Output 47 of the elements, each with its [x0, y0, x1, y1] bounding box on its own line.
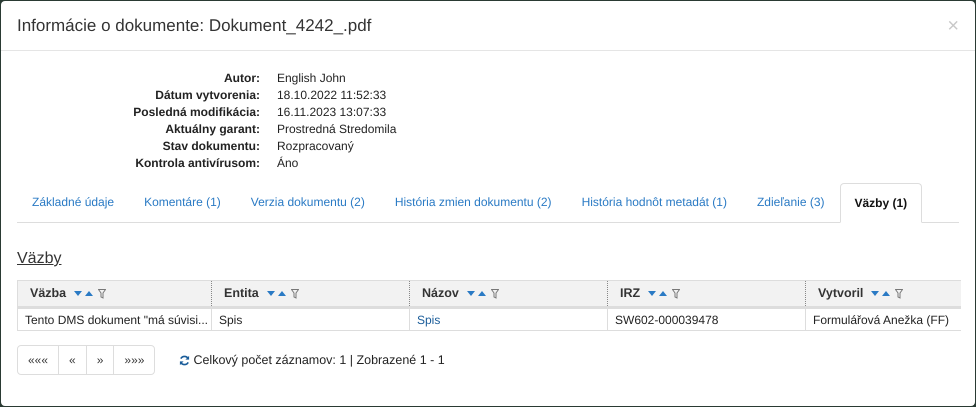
filter-icon[interactable] [895, 288, 904, 298]
dialog-title: Informácie o dokumente: Dokument_4242_.pdf [17, 14, 372, 37]
table-cell: Formulářová Anežka (FF) [806, 309, 961, 330]
column-header[interactable]: Entita [212, 281, 410, 306]
sort-icon[interactable] [266, 290, 287, 297]
field-label: Dátum vytvorenia: [154, 86, 260, 104]
sort-icon[interactable] [871, 290, 892, 297]
field-label: Kontrola antivírusom: [134, 154, 260, 172]
filter-icon[interactable] [672, 288, 680, 298]
table-cell: SW602-000039478 [608, 309, 806, 330]
tab[interactable]: Zdieľanie (3) [742, 182, 840, 222]
field-label: Aktuálny garant: [164, 120, 260, 138]
pagination-button[interactable]: »»» [113, 346, 154, 374]
tab[interactable]: História zmien dokumentu (2) [380, 182, 567, 222]
sort-icon[interactable] [74, 290, 94, 297]
field-value: English John [277, 70, 346, 86]
field-value: 18.10.2022 11:52:33 [277, 86, 386, 104]
column-header[interactable]: Väzba [18, 281, 212, 306]
column-header[interactable]: Názov [410, 281, 608, 306]
field-label: Posledná modifikácia: [132, 104, 260, 120]
refresh-icon[interactable] [179, 354, 190, 366]
field-label: Autor: [223, 70, 260, 86]
pagination-button[interactable]: » [86, 346, 114, 374]
column-header[interactable]: IRZ [608, 281, 806, 306]
filter-icon[interactable] [290, 288, 299, 298]
table-link[interactable]: Spis [410, 309, 608, 330]
table-cell: Spis [212, 309, 410, 330]
filter-icon[interactable] [98, 288, 106, 298]
filter-icon[interactable] [490, 288, 499, 298]
field-label: Stav dokumentu: [162, 138, 260, 154]
pagination-button[interactable]: « [58, 346, 86, 374]
tab[interactable]: Komentáre (1) [129, 182, 236, 222]
table-cell: Tento DMS dokument "má súvisi... [18, 309, 212, 330]
section-heading: Väzby [17, 250, 62, 267]
tab[interactable]: Verzia dokumentu (2) [236, 182, 380, 222]
sort-icon[interactable] [648, 290, 668, 297]
field-value: 16.11.2023 13:07:33 [277, 104, 386, 120]
column-header[interactable]: Vytvoril [806, 281, 961, 306]
pagination-button[interactable]: ««« [18, 346, 58, 374]
tab[interactable]: História hodnôt metadát (1) [566, 182, 742, 222]
field-value: Prostredná Stredomila [277, 120, 396, 138]
tab[interactable]: Základné údaje [17, 182, 130, 222]
field-value: Áno [277, 154, 298, 172]
sort-icon[interactable] [466, 290, 487, 297]
field-value: Rozpracovaný [277, 138, 354, 154]
tab[interactable]: Väzby (1) [840, 183, 922, 223]
record-count: Celkový počet záznamov: 1 | Zobrazené 1 - 1 [193, 352, 445, 369]
